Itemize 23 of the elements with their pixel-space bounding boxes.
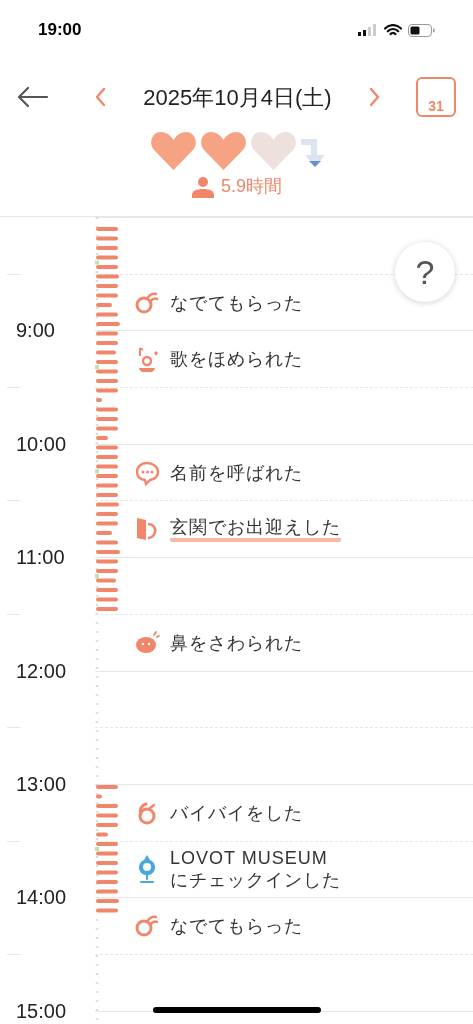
signal-icon xyxy=(358,24,378,36)
time-together-text: 5.9時間 xyxy=(221,175,282,198)
event-text: なでてもらった xyxy=(170,291,303,314)
date-title: 2025年10月4日(土) xyxy=(143,83,332,112)
speech-bubble-icon xyxy=(135,459,160,486)
event-text: LOVOT MUSEUM にチェックインした xyxy=(170,847,341,892)
petting-icon xyxy=(135,289,160,316)
event-text: 歌をほめられた xyxy=(170,348,303,371)
back-button[interactable] xyxy=(16,85,50,109)
event-text: 玄関でお出迎えした xyxy=(170,516,341,543)
event-text: なでてもらった xyxy=(170,915,303,938)
event-text: 名前を呼ばれた xyxy=(170,461,303,484)
person-icon xyxy=(191,175,215,198)
event-text: 鼻をさわられた xyxy=(170,631,303,654)
chevron-left-icon xyxy=(94,87,106,107)
wifi-icon xyxy=(384,23,402,37)
back-arrow-icon xyxy=(16,86,49,108)
status-time: 19:00 xyxy=(38,19,82,42)
chevron-right-icon xyxy=(369,87,381,107)
battery-icon xyxy=(408,23,435,37)
help-button[interactable]: ? xyxy=(395,242,455,302)
face-icon xyxy=(135,629,160,656)
event-text: バイバイをした xyxy=(170,801,303,824)
